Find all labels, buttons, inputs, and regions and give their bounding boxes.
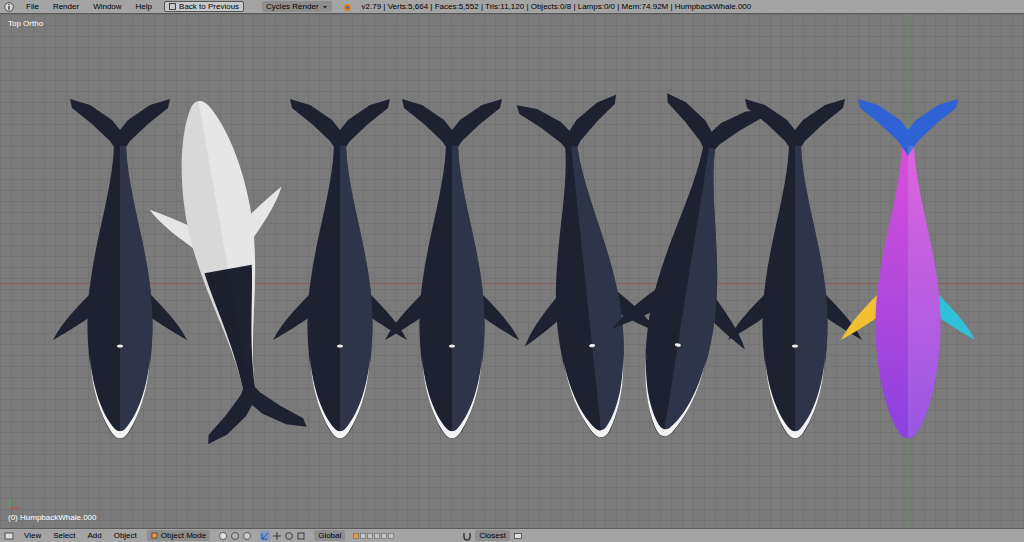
whale-model[interactable] — [270, 96, 410, 441]
whale-model[interactable] — [129, 86, 327, 450]
orientation-dropdown[interactable]: Global — [314, 530, 345, 541]
back-label: Back to Previous — [179, 3, 239, 11]
snap-label: Closest — [479, 532, 506, 540]
scene-stats: v2.79 | Verts:5,664 | Faces:5,552 | Tris… — [362, 3, 752, 11]
menu-item[interactable]: Add — [85, 532, 103, 540]
dropdown-arrow-icon[interactable] — [322, 4, 328, 10]
rotate-icon[interactable] — [284, 531, 294, 541]
whale-model[interactable] — [50, 96, 190, 441]
engine-label: Cycles Render — [266, 3, 318, 11]
back-button[interactable]: Back to Previous — [164, 1, 244, 12]
view-name: Top Ortho — [8, 20, 43, 28]
layer-buttons — [353, 533, 394, 539]
layer-icon[interactable] — [388, 533, 394, 539]
whale-model[interactable] — [838, 96, 978, 441]
menu-item[interactable]: File — [24, 3, 41, 11]
blender-logo-icon[interactable] — [342, 2, 352, 12]
layer-icon[interactable] — [374, 533, 380, 539]
layer-icon[interactable] — [353, 533, 359, 539]
active-object-label: (0) HumpbackWhale.000 — [8, 514, 96, 522]
whale-model[interactable] — [382, 96, 522, 441]
shading-buttons — [218, 531, 252, 541]
render-icon[interactable] — [513, 531, 523, 541]
menu-item[interactable]: Select — [51, 532, 77, 540]
shading-icon[interactable] — [218, 531, 228, 541]
info-icon[interactable] — [4, 2, 14, 12]
engine-dropdown[interactable]: Cycles Render — [262, 1, 331, 12]
scale-icon[interactable] — [296, 531, 306, 541]
whale-model[interactable] — [725, 96, 865, 441]
axis-gizmo-icon — [8, 498, 20, 510]
magnet-icon[interactable] — [462, 531, 472, 541]
translate-icon[interactable] — [272, 531, 282, 541]
editor-type-icon[interactable] — [4, 531, 14, 541]
orientation-label: Global — [318, 532, 341, 540]
manipulator-icon[interactable] — [260, 531, 270, 541]
x-axis-line — [0, 283, 1024, 284]
object-icon[interactable] — [151, 532, 158, 539]
layer-icon[interactable] — [360, 533, 366, 539]
layer-icon[interactable] — [381, 533, 387, 539]
manipulator-buttons — [260, 531, 306, 541]
menu-item[interactable]: Help — [134, 3, 154, 11]
menu-item[interactable]: Object — [112, 532, 139, 540]
view-header: View Select Add Object Object Mode Global Clos… — [0, 528, 1024, 542]
layer-icon[interactable] — [367, 533, 373, 539]
screen-icon[interactable] — [169, 3, 176, 10]
snap-controls: Closest — [462, 530, 523, 541]
3d-viewport[interactable]: Top Ortho (0) HumpbackWhale.000 — [0, 14, 1024, 528]
whale-model[interactable] — [594, 87, 786, 450]
menu-item[interactable]: Render — [51, 3, 81, 11]
whale-model[interactable] — [496, 90, 671, 448]
menu-item[interactable]: Window — [91, 3, 123, 11]
info-header: File Render Window Help Back to Previous Cycl… — [0, 0, 1024, 14]
menu-item[interactable]: View — [22, 532, 43, 540]
snap-dropdown[interactable]: Closest — [475, 530, 510, 541]
mode-label: Object Mode — [161, 532, 206, 540]
shading-icon[interactable] — [242, 531, 252, 541]
mode-dropdown[interactable]: Object Mode — [147, 530, 210, 541]
shading-icon[interactable] — [230, 531, 240, 541]
